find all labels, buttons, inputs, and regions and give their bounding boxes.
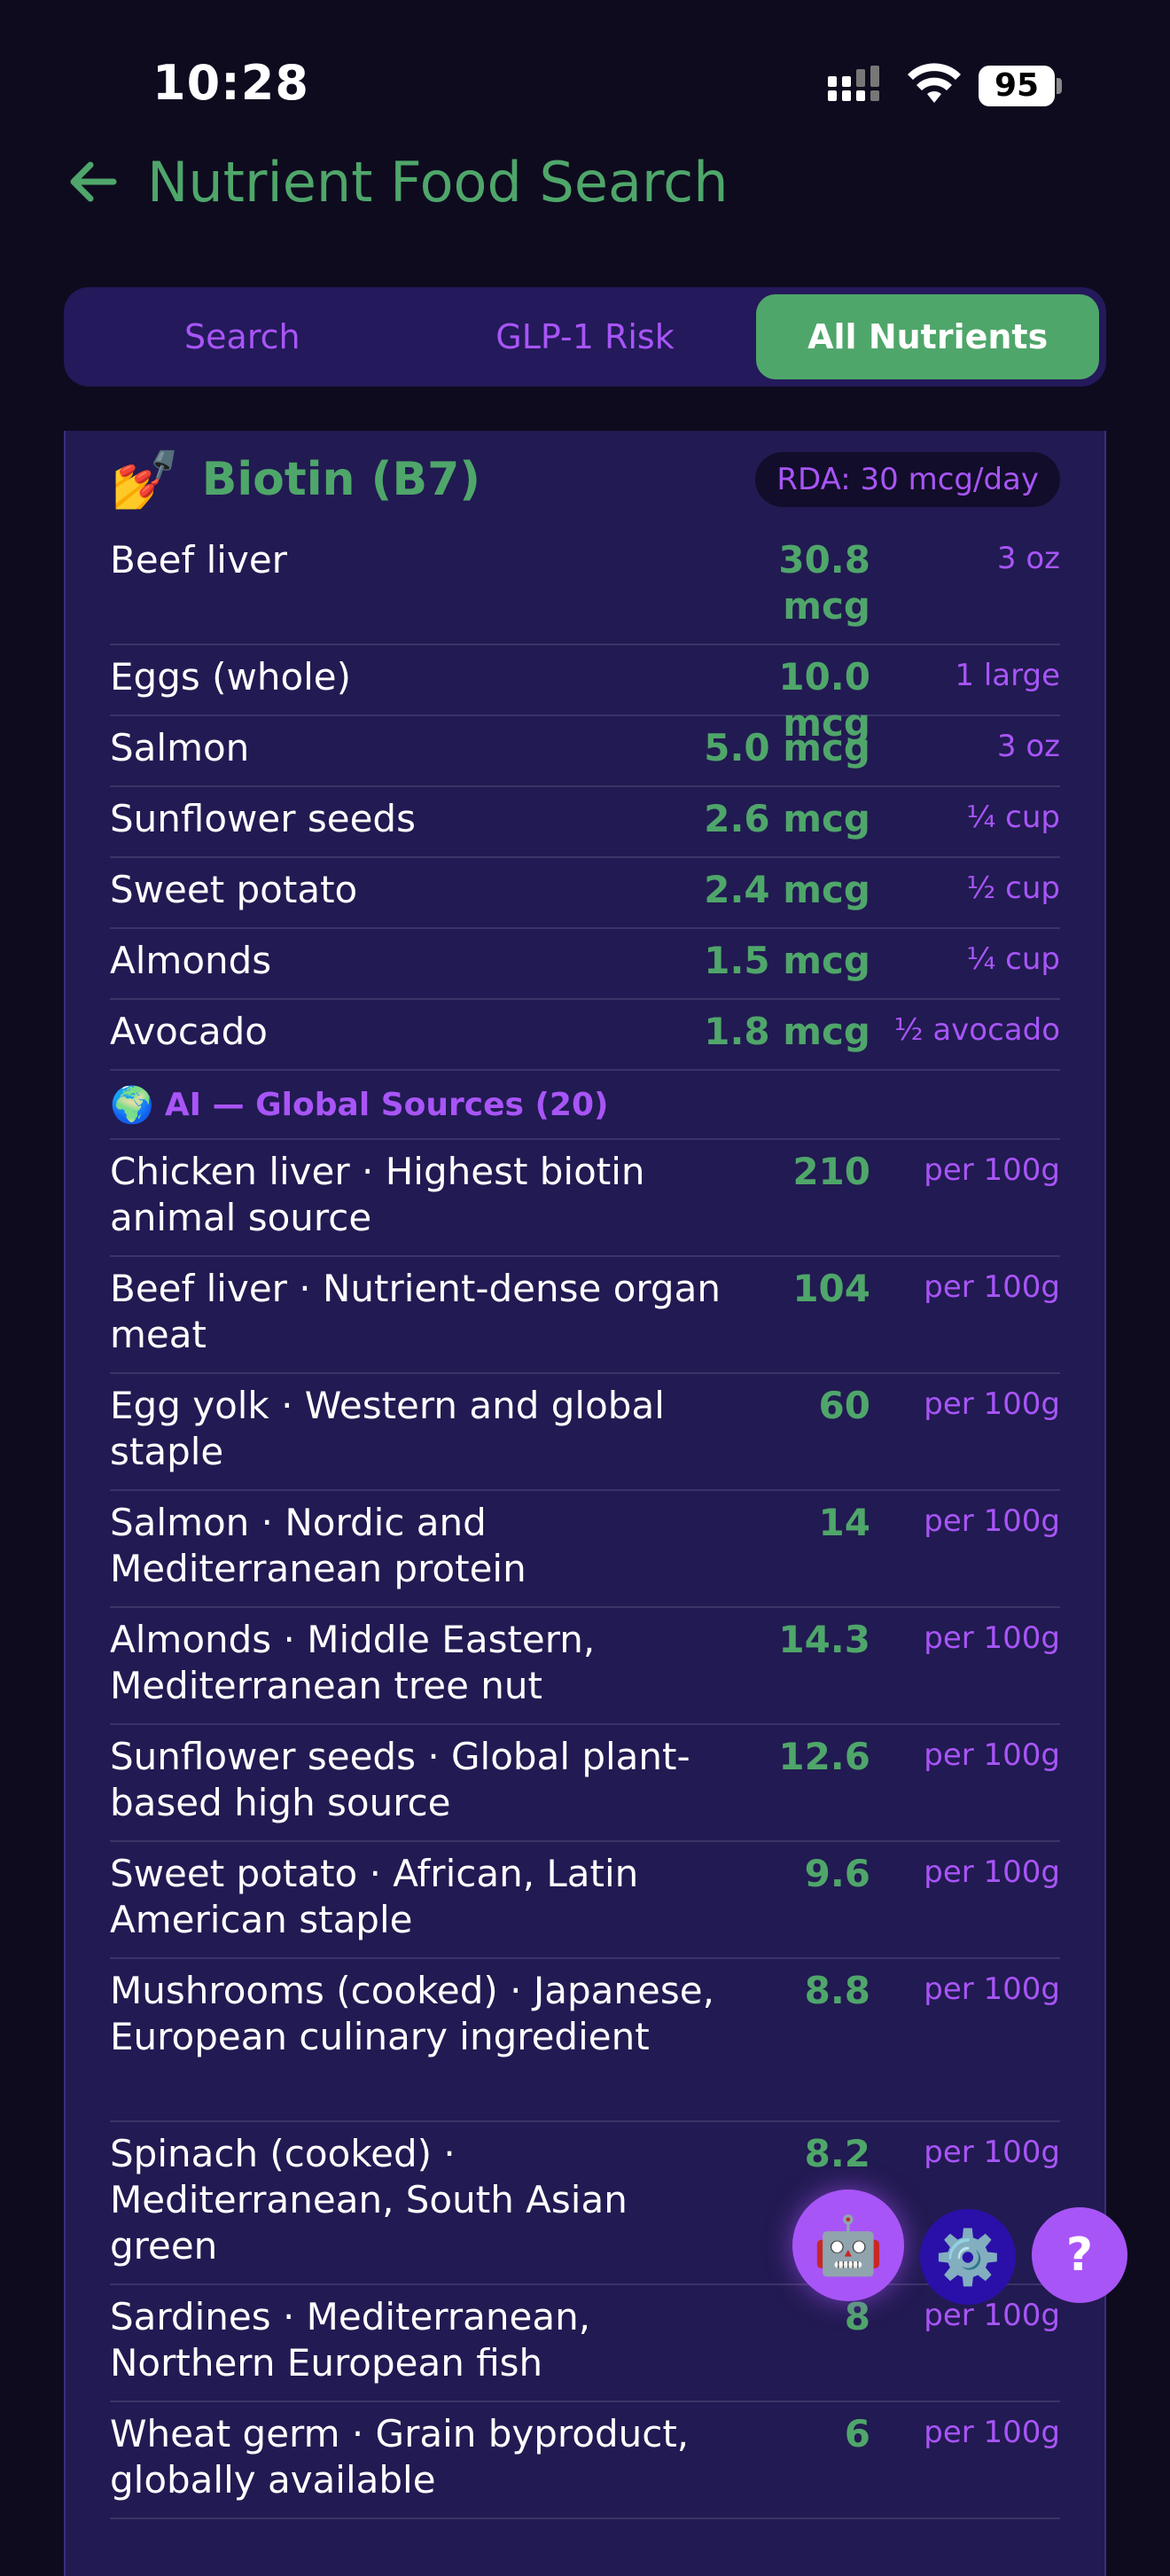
- global-food-name: Sweet potato · African, Latin American s…: [110, 1852, 639, 1941]
- global-food-amount: 12.6: [778, 1735, 870, 1778]
- food-name: Beef liver: [110, 538, 287, 582]
- food-amount: 2.6 mcg: [704, 797, 870, 840]
- global-food-serving: per 100g: [924, 1269, 1060, 1305]
- global-food-row: Mushrooms (cooked) · Japanese, European …: [110, 1959, 1060, 2122]
- food-serving: 3 oz: [996, 729, 1060, 764]
- food-row: Avocado 1.8 mcg ½ avocado: [110, 1000, 1060, 1071]
- global-sources-title: AI — Global Sources (20): [164, 1086, 609, 1123]
- global-food-amount: 14: [818, 1501, 870, 1544]
- global-food-row: Spinach (cooked) · Mediterranean, South …: [110, 2122, 1060, 2285]
- global-food-serving: per 100g: [924, 2415, 1060, 2450]
- food-row: Beef liver 30.8 mcg 3 oz: [110, 528, 1060, 645]
- global-food-amount: 210: [792, 1150, 870, 1193]
- nail-polish-icon: 💅: [110, 447, 181, 513]
- global-food-name: Egg yolk · Western and global staple: [110, 1384, 665, 1473]
- food-amount: 5.0 mcg: [704, 726, 870, 769]
- food-amount: 10.0 mcg: [778, 655, 870, 745]
- settings-button[interactable]: ⚙️: [920, 2209, 1016, 2305]
- food-name: Salmon: [110, 726, 250, 769]
- global-food-name: Sardines · Mediterranean, Northern Europ…: [110, 2295, 591, 2385]
- global-food-name: Spinach (cooked) · Mediterranean, South …: [110, 2132, 628, 2268]
- food-amount: 2.4 mcg: [704, 868, 870, 911]
- global-food-row: Sardines · Mediterranean, Northern Europ…: [110, 2285, 1060, 2402]
- food-serving: ¼ cup: [966, 800, 1060, 835]
- nutrient-name: Biotin (B7): [201, 453, 481, 506]
- global-food-name: Chicken liver · Highest biotin animal so…: [110, 1150, 645, 1239]
- food-row: Salmon 5.0 mcg 3 oz: [110, 716, 1060, 787]
- food-amount: 1.8 mcg: [704, 1010, 870, 1053]
- ai-assistant-button[interactable]: 🤖: [792, 2190, 904, 2301]
- global-food-row: Chicken liver · Highest biotin animal so…: [110, 1140, 1060, 1257]
- battery-tip: [1057, 78, 1062, 94]
- food-serving: ½ cup: [966, 870, 1060, 906]
- food-amount: 1.5 mcg: [704, 939, 870, 982]
- food-row: Sunflower seeds 2.6 mcg ¼ cup: [110, 787, 1060, 858]
- food-row: Almonds 1.5 mcg ¼ cup: [110, 929, 1060, 1000]
- food-row: Eggs (whole) 10.0 mcg 1 large: [110, 645, 1060, 745]
- global-food-name: Wheat germ · Grain byproduct, globally a…: [110, 2412, 690, 2502]
- rda-badge: RDA: 30 mcg/day: [755, 452, 1060, 507]
- food-name: Sweet potato: [110, 868, 358, 911]
- global-food-amount: 9.6: [804, 1852, 870, 1895]
- food-serving: ¼ cup: [966, 941, 1060, 977]
- global-food-amount: 104: [792, 1267, 870, 1310]
- global-food-amount: 6: [844, 2412, 870, 2455]
- global-food-row: Salmon · Nordic and Mediterranean protei…: [110, 1491, 1060, 1608]
- robot-icon: 🤖: [813, 2213, 884, 2279]
- global-food-row: Sunflower seeds · Global plant-based hig…: [110, 1725, 1060, 1842]
- status-time: 10:28: [152, 55, 309, 111]
- globe-icon: 🌍: [110, 1084, 154, 1126]
- global-food-name: Mushrooms (cooked) · Japanese, European …: [110, 1969, 714, 2058]
- global-food-row: Beef liver · Nutrient-dense organ meat 1…: [110, 1257, 1060, 1374]
- food-serving: 1 large: [955, 658, 1060, 693]
- back-arrow-icon[interactable]: [64, 152, 122, 211]
- tab-all-nutrients[interactable]: All Nutrients: [756, 294, 1100, 379]
- gear-icon: ⚙️: [934, 2226, 1002, 2289]
- global-food-amount: 8: [844, 2295, 870, 2338]
- food-serving: 3 oz: [996, 541, 1060, 576]
- nutrient-card-header: 💅 Biotin (B7) RDA: 30 mcg/day: [110, 431, 1060, 528]
- global-food-amount: 8.8: [804, 1969, 870, 2012]
- food-amount: 30.8 mcg: [778, 538, 870, 628]
- help-icon: ?: [1065, 2229, 1094, 2282]
- header: Nutrient Food Search: [64, 142, 1127, 222]
- page-title: Nutrient Food Search: [147, 149, 729, 215]
- global-food-name: Beef liver · Nutrient-dense organ meat: [110, 1267, 721, 1356]
- global-food-serving: per 100g: [924, 1152, 1060, 1188]
- global-food-row: Egg yolk · Western and global staple 60 …: [110, 1374, 1060, 1491]
- global-food-serving: per 100g: [924, 1971, 1060, 2007]
- global-food-amount: 60: [818, 1384, 870, 1427]
- global-food-serving: per 100g: [924, 1386, 1060, 1422]
- food-name: Avocado: [110, 1010, 269, 1053]
- tab-glp1-risk[interactable]: GLP-1 Risk: [414, 294, 757, 379]
- tab-bar: Search GLP-1 Risk All Nutrients: [64, 287, 1106, 386]
- food-row: Sweet potato 2.4 mcg ½ cup: [110, 858, 1060, 929]
- help-button[interactable]: ?: [1032, 2207, 1127, 2303]
- global-food-serving: per 100g: [924, 1503, 1060, 1539]
- global-food-name: Salmon · Nordic and Mediterranean protei…: [110, 1501, 526, 1590]
- global-sources-label: 🌍 AI — Global Sources (20): [110, 1071, 1060, 1140]
- global-food-name: Sunflower seeds · Global plant-based hig…: [110, 1735, 690, 1824]
- global-food-row: Wheat germ · Grain byproduct, globally a…: [110, 2402, 1060, 2519]
- status-bar: 10:28 95: [0, 0, 1170, 133]
- global-food-serving: per 100g: [924, 1620, 1060, 1656]
- cellular-signal-icon: [828, 66, 879, 101]
- global-food-serving: per 100g: [924, 2298, 1060, 2333]
- global-food-row: Almonds · Middle Eastern, Mediterranean …: [110, 1608, 1060, 1725]
- food-serving: ½ avocado: [893, 1012, 1060, 1048]
- global-food-serving: per 100g: [924, 1854, 1060, 1890]
- global-food-serving: per 100g: [924, 1737, 1060, 1773]
- tab-search[interactable]: Search: [71, 294, 414, 379]
- food-name: Sunflower seeds: [110, 797, 416, 840]
- global-food-amount: 14.3: [778, 1618, 870, 1661]
- wifi-icon: [908, 63, 961, 103]
- food-name: Almonds: [110, 939, 272, 982]
- global-food-row: Sweet potato · African, Latin American s…: [110, 1842, 1060, 1959]
- battery-indicator: 95: [979, 66, 1055, 106]
- global-food-name: Almonds · Middle Eastern, Mediterranean …: [110, 1618, 596, 1707]
- food-name: Eggs (whole): [110, 655, 352, 699]
